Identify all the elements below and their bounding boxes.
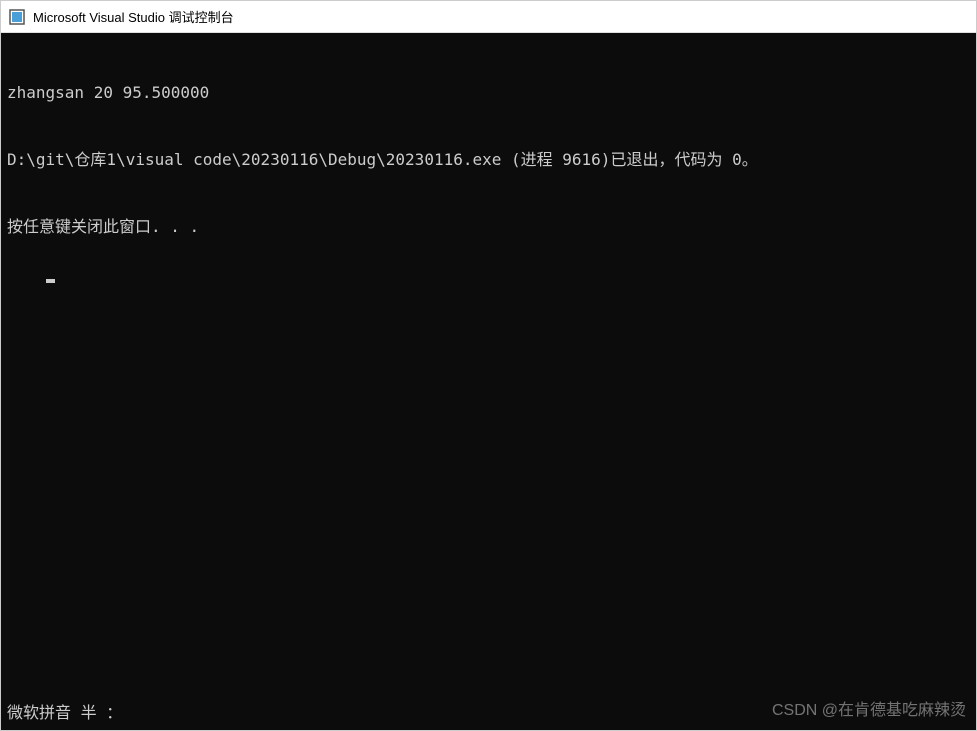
watermark: CSDN @在肯德基吃麻辣烫 <box>772 700 966 722</box>
window-title: Microsoft Visual Studio 调试控制台 <box>33 7 234 26</box>
console-output[interactable]: zhangsan 20 95.500000 D:\git\仓库1\visual … <box>1 33 976 730</box>
output-line: zhangsan 20 95.500000 <box>7 82 970 104</box>
ime-status: 微软拼音 半 ： <box>7 702 122 724</box>
console-window: Microsoft Visual Studio 调试控制台 zhangsan 2… <box>0 0 977 731</box>
text-cursor <box>46 279 55 283</box>
output-line: D:\git\仓库1\visual code\20230116\Debug\20… <box>7 149 970 171</box>
titlebar[interactable]: Microsoft Visual Studio 调试控制台 <box>1 1 976 33</box>
output-line: 按任意键关闭此窗口. . . <box>7 216 970 238</box>
app-icon <box>9 9 25 25</box>
